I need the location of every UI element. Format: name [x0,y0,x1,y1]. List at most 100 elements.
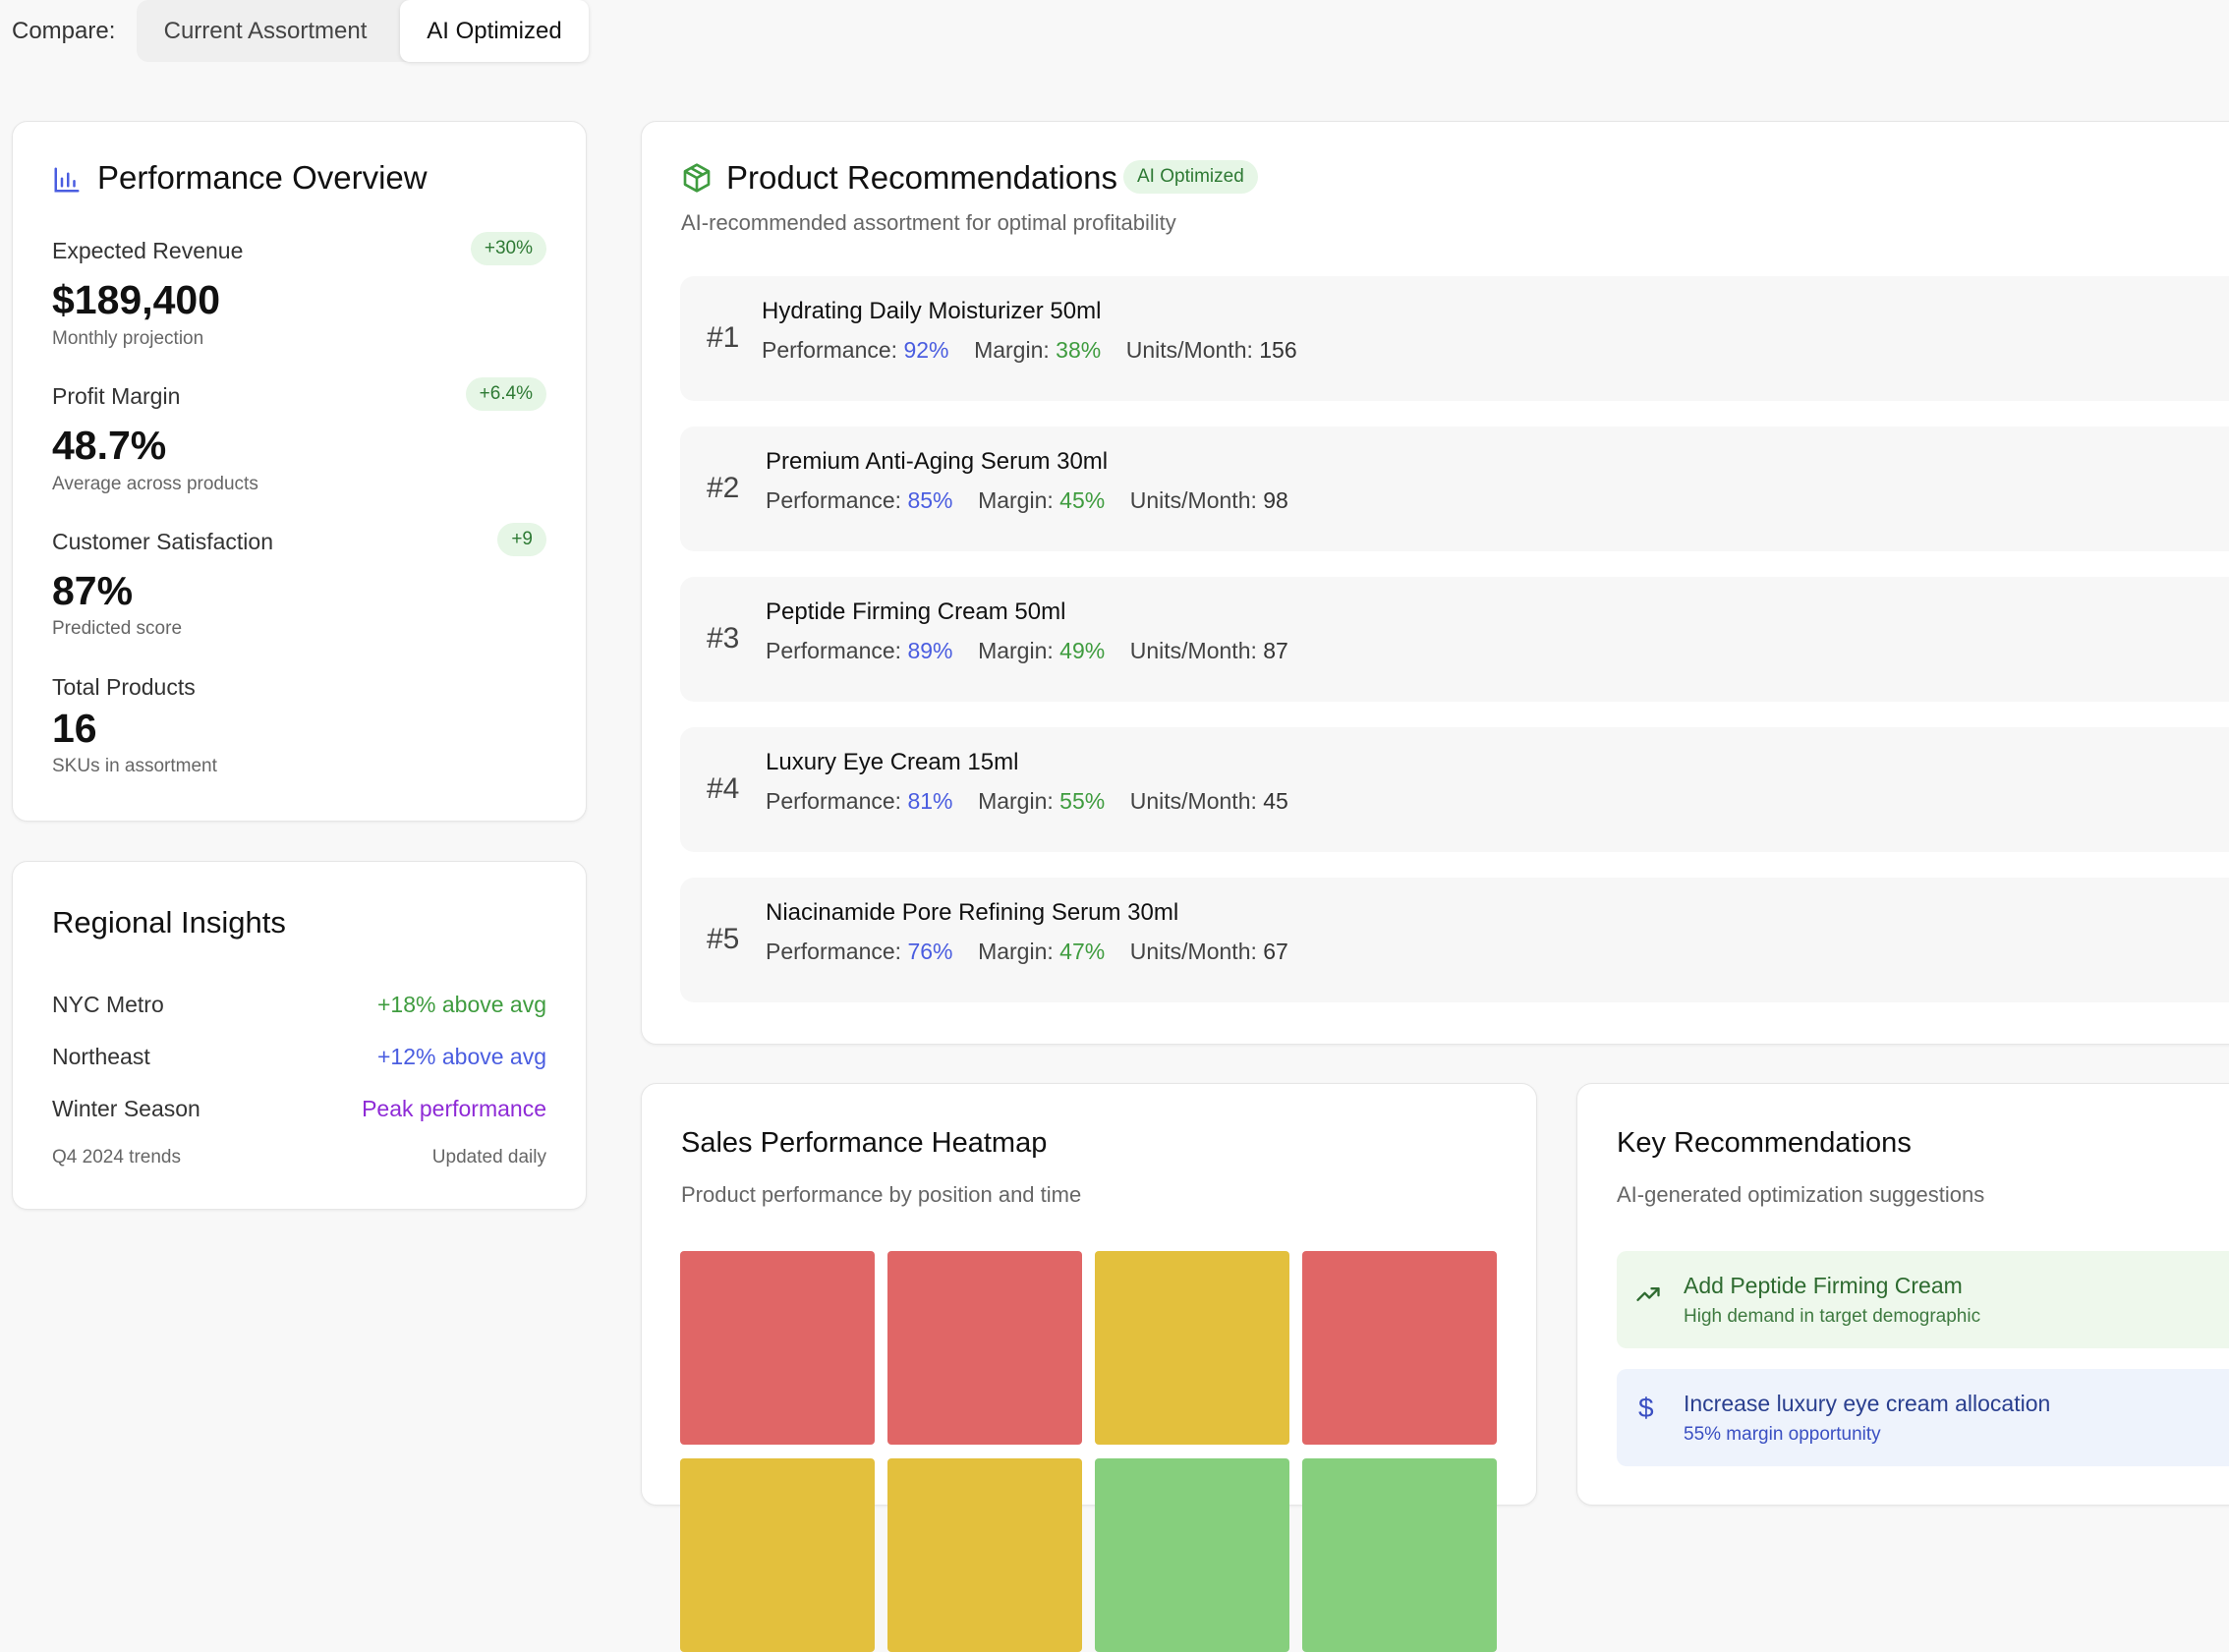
performance-value: 76% [907,939,953,964]
region-value: +18% above avg [377,992,546,1017]
metric-subtext: SKUs in assortment [52,756,217,776]
compare-ai-optimized-button[interactable]: AI Optimized [400,0,589,62]
metric-label: Expected Revenue [52,238,244,263]
performance-label: Performance: [766,487,902,513]
margin-label: Margin: [974,337,1050,363]
heatmap-cell[interactable] [680,1458,875,1652]
trending-up-icon [1634,1281,1662,1313]
metric-subtext: Monthly projection [52,328,204,349]
metric-change-badge: +30% [470,232,546,265]
heatmap-subtitle: Product performance by position and time [681,1182,1082,1207]
suggestion-subtext: 55% margin opportunity [1684,1424,1881,1445]
margin-label: Margin: [978,788,1054,814]
regional-footer-left: Q4 2024 trends [52,1147,181,1168]
metric-label: Customer Satisfaction [52,529,273,554]
suggestion-title: Add Peptide Firming Cream [1684,1273,1963,1298]
metric-value: 48.7% [52,423,167,468]
key-recommendations-subtitle: AI-generated optimization suggestions [1617,1182,1985,1207]
performance-label: Performance: [766,788,902,814]
performance-value: 89% [907,638,953,663]
product-recommendations-subtitle: AI-recommended assortment for optimal pr… [681,210,1176,235]
performance-overview-card: Performance Overview Expected Revenue +3… [12,121,587,822]
metric-change-badge: +6.4% [465,377,546,411]
rank-label: #1 [707,321,740,354]
heatmap-cell[interactable] [1095,1458,1289,1652]
performance-label: Performance: [766,939,902,964]
metric-label: Profit Margin [52,383,181,409]
metric-change-badge: +9 [497,523,546,556]
units-label: Units/Month: [1129,788,1257,814]
margin-value: 55% [1059,788,1106,814]
units-label: Units/Month: [1125,337,1253,363]
product-metrics: Performance: 92% Margin: 38% Units/Month… [762,337,1297,364]
suggestion-increase-eye-cream[interactable]: $ Increase luxury eye cream allocation 5… [1617,1369,2229,1466]
margin-value: 45% [1059,487,1106,513]
units-label: Units/Month: [1129,939,1257,964]
compare-current-assortment-button[interactable]: Current Assortment [137,0,394,62]
product-metrics: Performance: 89% Margin: 49% Units/Month… [766,638,1288,664]
key-recommendations-title: Key Recommendations [1617,1127,1912,1159]
region-value: +12% above avg [377,1044,546,1069]
compare-label: Compare: [12,18,116,44]
region-value: Peak performance [362,1096,546,1121]
suggestion-add-peptide[interactable]: Add Peptide Firming Cream High demand in… [1617,1251,2229,1348]
heatmap-cell[interactable] [680,1251,875,1445]
product-name: Hydrating Daily Moisturizer 50ml [762,298,1102,324]
units-label: Units/Month: [1129,638,1257,663]
heatmap-cell[interactable] [887,1458,1082,1652]
product-recommendations-title: Product Recommendations [726,159,1118,196]
heatmap-cell[interactable] [1302,1251,1497,1445]
regional-insights-card: Regional Insights NYC Metro +18% above a… [12,861,587,1210]
margin-value: 38% [1056,337,1102,363]
regional-insights-title: Regional Insights [52,905,286,940]
heatmap-cell[interactable] [1302,1458,1497,1652]
performance-label: Performance: [762,337,898,363]
region-label: Northeast [52,1044,150,1069]
product-metrics: Performance: 81% Margin: 55% Units/Month… [766,788,1288,815]
metric-label: Total Products [52,674,196,700]
product-metrics: Performance: 85% Margin: 45% Units/Month… [766,487,1288,514]
metric-value: $189,400 [52,277,221,322]
performance-label: Performance: [766,638,902,663]
heatmap-cell[interactable] [1095,1251,1289,1445]
performance-value: 81% [907,788,953,814]
metric-value: 87% [52,568,134,613]
margin-label: Margin: [978,487,1054,513]
bar-chart-icon [52,165,82,199]
rank-label: #2 [707,472,740,504]
regional-footer-right: Updated daily [431,1147,546,1168]
recommendation-item[interactable]: #5 Niacinamide Pore Refining Serum 30ml … [680,878,2229,1002]
dollar-icon: $ [1638,1393,1654,1423]
margin-label: Margin: [978,939,1054,964]
margin-value: 47% [1059,939,1106,964]
units-value: 45 [1263,788,1288,814]
region-label: Winter Season [52,1096,200,1121]
product-metrics: Performance: 76% Margin: 47% Units/Month… [766,939,1288,965]
recommendation-item[interactable]: #4 Luxury Eye Cream 15ml Performance: 81… [680,727,2229,852]
performance-value: 92% [903,337,949,363]
performance-overview-title: Performance Overview [97,159,428,196]
region-label: NYC Metro [52,992,164,1017]
compare-toggle: Current Assortment AI Optimized [137,0,589,62]
units-value: 156 [1259,337,1297,363]
units-value: 67 [1263,939,1288,964]
units-value: 87 [1263,638,1288,663]
recommendation-item[interactable]: #1 Hydrating Daily Moisturizer 50ml Perf… [680,276,2229,401]
units-value: 98 [1263,487,1288,513]
suggestion-subtext: High demand in target demographic [1684,1306,1981,1327]
metric-value: 16 [52,706,97,751]
product-name: Premium Anti-Aging Serum 30ml [766,448,1109,475]
rank-label: #4 [707,772,740,805]
performance-value: 85% [907,487,953,513]
recommendation-item[interactable]: #2 Premium Anti-Aging Serum 30ml Perform… [680,427,2229,551]
metric-subtext: Average across products [52,474,258,494]
product-name: Luxury Eye Cream 15ml [766,749,1019,775]
suggestion-title: Increase luxury eye cream allocation [1684,1391,2051,1416]
recommendation-item[interactable]: #3 Peptide Firming Cream 50ml Performanc… [680,577,2229,702]
units-label: Units/Month: [1129,487,1257,513]
heatmap-cell[interactable] [887,1251,1082,1445]
package-icon [681,162,713,199]
margin-value: 49% [1059,638,1106,663]
heatmap-title: Sales Performance Heatmap [681,1127,1048,1159]
rank-label: #3 [707,622,740,655]
